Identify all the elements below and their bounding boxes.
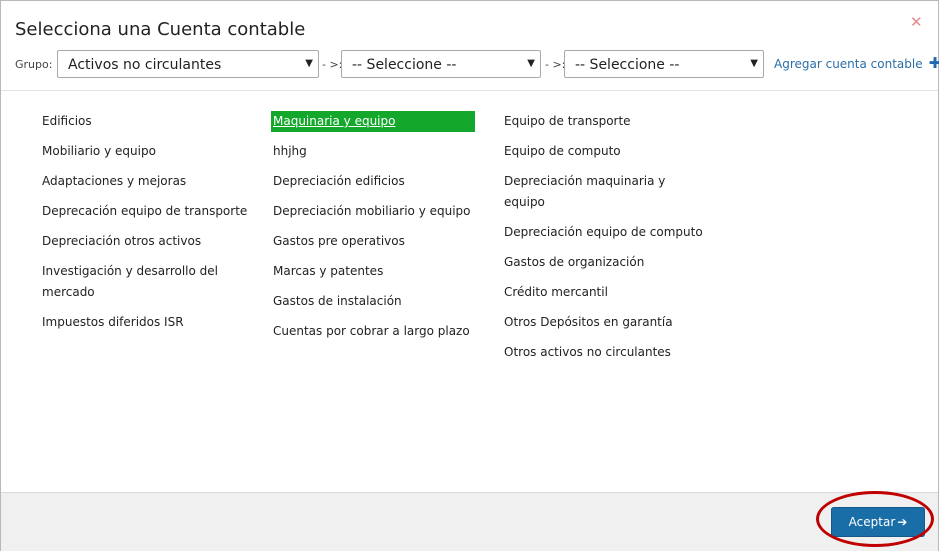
account-item[interactable]: Adaptaciones y mejoras (40, 171, 250, 192)
account-item[interactable]: Impuestos diferidos ISR (40, 312, 250, 333)
dialog-footer (1, 492, 938, 551)
account-item[interactable]: Depreciación equipo de computo (502, 222, 712, 243)
account-item[interactable]: Cuentas por cobrar a largo plazo (271, 321, 481, 342)
account-item[interactable]: hhjhg (271, 141, 481, 162)
account-item[interactable]: Deprecación equipo de transporte (40, 201, 250, 222)
subsubgroup-select[interactable]: -- Seleccione -- ▼ (564, 50, 764, 78)
account-item[interactable]: Equipo de transporte (502, 111, 712, 132)
account-item[interactable]: Depreciación maquinaria y equipo (502, 171, 712, 213)
account-item[interactable]: Depreciación edificios (271, 171, 481, 192)
subgroup-select[interactable]: -- Seleccione -- ▼ (341, 50, 541, 78)
accounts-column-3: Equipo de transporte Equipo de computo D… (502, 111, 712, 372)
chevron-down-icon: ▼ (527, 58, 535, 69)
close-icon[interactable]: ✕ (910, 13, 923, 31)
group-select-value: Activos no circulantes (68, 57, 222, 73)
group-select[interactable]: Activos no circulantes ▼ (57, 50, 319, 78)
account-item[interactable]: Mobiliario y equipo (40, 141, 250, 162)
chevron-down-icon: ▼ (305, 58, 313, 69)
select-account-dialog: Selecciona una Cuenta contable ✕ Grupo: … (0, 0, 939, 551)
arrow-right-icon: ➔ (897, 515, 908, 529)
account-item[interactable]: Depreciación mobiliario y equipo (271, 201, 481, 222)
chevron-down-icon: ▼ (750, 58, 758, 69)
account-item[interactable]: Gastos de organización (502, 252, 712, 273)
separator-arrow: - >: (545, 58, 566, 71)
account-item[interactable]: Gastos de instalación (271, 291, 481, 312)
accept-button-label: Aceptar (848, 515, 896, 529)
separator-arrow: - >: (322, 58, 343, 71)
account-item-selected[interactable]: Maquinaria y equipo (271, 111, 475, 132)
account-item[interactable]: Otros activos no circulantes (502, 342, 712, 363)
add-account-label: Agregar cuenta contable (774, 57, 923, 71)
account-item[interactable]: Investigación y desarrollo del mercado (40, 261, 224, 303)
plus-icon: ✚ (928, 54, 939, 72)
account-item[interactable]: Otros Depósitos en garantía (502, 312, 712, 333)
accounts-column-2: Maquinaria y equipo hhjhg Depreciación e… (271, 111, 481, 351)
account-item[interactable]: Equipo de computo (502, 141, 712, 162)
account-item[interactable]: Depreciación otros activos (40, 231, 250, 252)
account-item[interactable]: Marcas y patentes (271, 261, 481, 282)
group-label: Grupo: (15, 58, 53, 71)
account-item[interactable]: Gastos pre operativos (271, 231, 481, 252)
add-account-link[interactable]: Agregar cuenta contable ✚ (774, 54, 939, 72)
subsubgroup-select-value: -- Seleccione -- (575, 57, 680, 73)
accounts-column-1: Edificios Mobiliario y equipo Adaptacion… (40, 111, 250, 342)
accept-button[interactable]: Aceptar ➔ (831, 507, 925, 537)
account-item[interactable]: Crédito mercantil (502, 282, 712, 303)
dialog-title: Selecciona una Cuenta contable (15, 19, 306, 40)
subgroup-select-value: -- Seleccione -- (352, 57, 457, 73)
account-item[interactable]: Edificios (40, 111, 250, 132)
header-divider (1, 90, 938, 91)
